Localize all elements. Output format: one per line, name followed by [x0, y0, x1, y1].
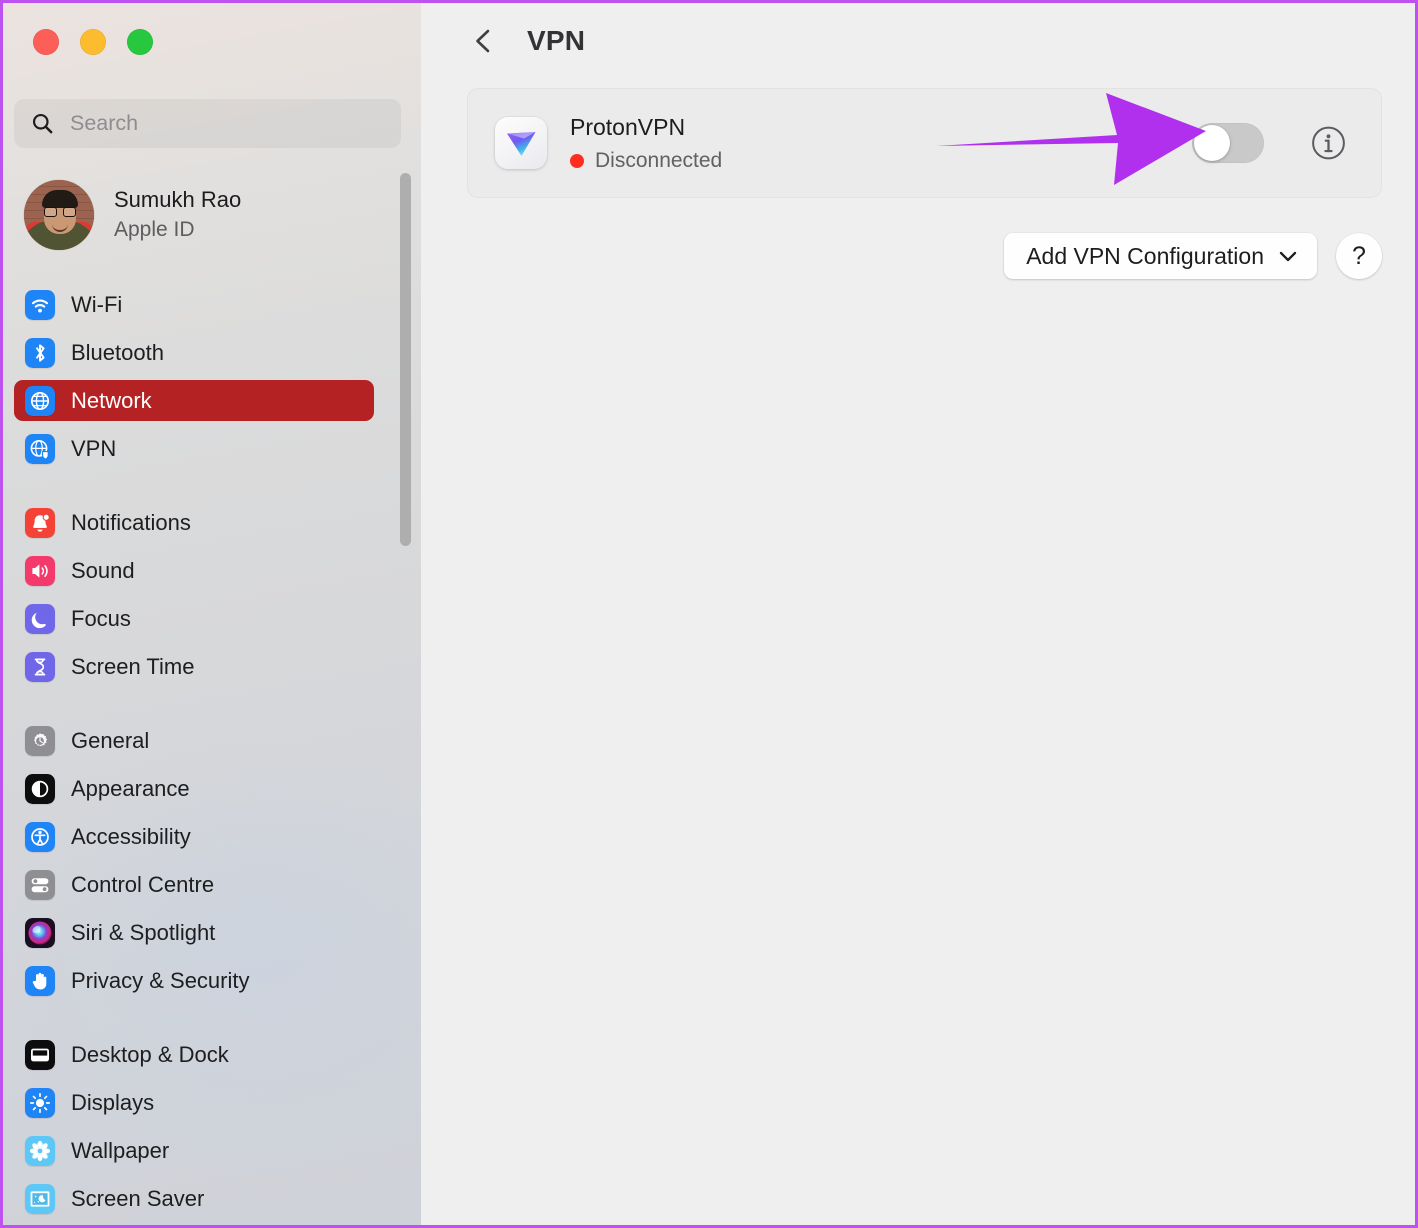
vpn-status: Disconnected	[570, 149, 722, 173]
bell-icon	[25, 507, 55, 538]
gear-icon	[25, 725, 55, 756]
vpn-entry-row[interactable]: ProtonVPN Disconnected	[467, 88, 1382, 198]
sidebar-item-siri-spotlight[interactable]: Siri & Spotlight	[14, 912, 374, 953]
wallpaper-icon	[25, 1135, 55, 1166]
detail-header: VPN	[421, 3, 1415, 79]
sidebar: Sumukh Rao Apple ID	[3, 3, 421, 1225]
wifi-icon	[25, 289, 55, 320]
info-icon	[1312, 126, 1345, 160]
sidebar-item-sound[interactable]: Sound	[14, 550, 374, 591]
sidebar-item-general[interactable]: General	[14, 720, 374, 761]
hourglass-icon	[25, 651, 55, 682]
sidebar-item-label: Accessibility	[71, 823, 191, 849]
add-vpn-label: Add VPN Configuration	[1026, 242, 1264, 269]
protonvpn-icon	[495, 117, 547, 169]
sidebar-item-label: Wallpaper	[71, 1137, 170, 1163]
bluetooth-icon	[25, 337, 55, 368]
sidebar-item-label: Wi-Fi	[71, 291, 123, 317]
display-brightness-icon	[25, 1087, 55, 1118]
sidebar-item-label: Control Centre	[71, 871, 215, 897]
siri-icon	[25, 917, 55, 948]
toggle-knob	[1194, 125, 1230, 161]
sidebar-item-label: Focus	[71, 605, 131, 631]
screen-saver-icon	[25, 1183, 55, 1214]
hand-icon	[25, 965, 55, 996]
desktop-dock-icon	[25, 1039, 55, 1070]
appearance-icon	[25, 773, 55, 804]
sidebar-group-system: General Appearance Accessibility Control…	[3, 720, 395, 1001]
sidebar-item-wallpaper[interactable]: Wallpaper	[14, 1130, 374, 1171]
account-name: Sumukh Rao	[114, 187, 242, 213]
maximize-button[interactable]	[127, 29, 153, 55]
sidebar-group-desktop: Desktop & Dock Displays Wallpaper Screen…	[3, 1034, 395, 1219]
vpn-toggle[interactable]	[1192, 123, 1264, 163]
sidebar-item-desktop-dock[interactable]: Desktop & Dock	[14, 1034, 374, 1075]
help-label: ?	[1352, 241, 1366, 270]
sidebar-item-privacy-security[interactable]: Privacy & Security	[14, 960, 374, 1001]
vpn-name: ProtonVPN	[570, 113, 686, 140]
sidebar-item-label: Bluetooth	[71, 339, 164, 365]
search-icon	[32, 113, 53, 134]
status-badge	[570, 153, 584, 168]
sidebar-nav: Wi-Fi Bluetooth Network VPN Notification…	[3, 284, 395, 1219]
add-vpn-configuration-button[interactable]: Add VPN Configuration	[1004, 233, 1317, 279]
speaker-icon	[25, 555, 55, 586]
sidebar-item-label: VPN	[71, 435, 117, 461]
account-subtitle: Apple ID	[114, 218, 195, 242]
chevron-left-icon	[476, 29, 490, 53]
avatar	[24, 180, 94, 250]
account-row[interactable]: Sumukh Rao Apple ID	[24, 179, 364, 251]
sidebar-group-network: Wi-Fi Bluetooth Network VPN	[3, 284, 395, 469]
window-frame: Sumukh Rao Apple ID	[0, 0, 1418, 1228]
page-title: VPN	[527, 25, 586, 56]
scrollbar-thumb[interactable]	[400, 173, 411, 546]
accessibility-icon	[25, 821, 55, 852]
sidebar-scrollbar[interactable]	[398, 168, 414, 558]
sidebar-item-label: Appearance	[71, 775, 190, 801]
sidebar-item-label: Network	[71, 387, 152, 413]
window-traffic-lights	[33, 29, 153, 55]
globe-icon	[25, 385, 55, 416]
sidebar-item-screen-saver[interactable]: Screen Saver	[14, 1178, 374, 1219]
chevron-down-icon	[1278, 249, 1298, 263]
sidebar-item-control-centre[interactable]: Control Centre	[14, 864, 374, 905]
sidebar-item-label: Displays	[71, 1089, 155, 1115]
sidebar-item-vpn[interactable]: VPN	[14, 428, 374, 469]
minimize-button[interactable]	[80, 29, 106, 55]
sidebar-group-alerts: Notifications Sound Focus Screen Time	[3, 502, 395, 687]
sidebar-item-label: Sound	[71, 557, 135, 583]
vpn-globe-icon	[25, 433, 55, 464]
close-button[interactable]	[33, 29, 59, 55]
sidebar-item-notifications[interactable]: Notifications	[14, 502, 374, 543]
back-button[interactable]	[467, 24, 501, 58]
sidebar-item-label: Notifications	[71, 509, 191, 535]
sidebar-item-label: Screen Saver	[71, 1185, 205, 1211]
sidebar-item-bluetooth[interactable]: Bluetooth	[14, 332, 374, 373]
moon-icon	[25, 603, 55, 634]
control-centre-icon	[25, 869, 55, 900]
sidebar-item-focus[interactable]: Focus	[14, 598, 374, 639]
vpn-status-label: Disconnected	[595, 148, 723, 172]
sidebar-item-network[interactable]: Network	[14, 380, 374, 421]
sidebar-item-screen-time[interactable]: Screen Time	[14, 646, 374, 687]
sidebar-item-label: Desktop & Dock	[71, 1041, 229, 1067]
sidebar-item-label: Privacy & Security	[71, 967, 250, 993]
search-field[interactable]	[14, 99, 401, 148]
sidebar-item-wi-fi[interactable]: Wi-Fi	[14, 284, 374, 325]
sidebar-item-label: Screen Time	[71, 653, 195, 679]
detail-pane: VPN ProtonVPN Disconnected Add VPN Confi…	[421, 3, 1415, 1225]
search-input[interactable]	[68, 110, 372, 137]
sidebar-item-label: Siri & Spotlight	[71, 919, 216, 945]
info-button[interactable]	[1311, 126, 1346, 161]
help-button[interactable]: ?	[1336, 233, 1382, 279]
sidebar-item-label: General	[71, 727, 150, 753]
detail-action-row: Add VPN Configuration ?	[467, 233, 1382, 279]
sidebar-item-displays[interactable]: Displays	[14, 1082, 374, 1123]
sidebar-item-accessibility[interactable]: Accessibility	[14, 816, 374, 857]
sidebar-item-appearance[interactable]: Appearance	[14, 768, 374, 809]
